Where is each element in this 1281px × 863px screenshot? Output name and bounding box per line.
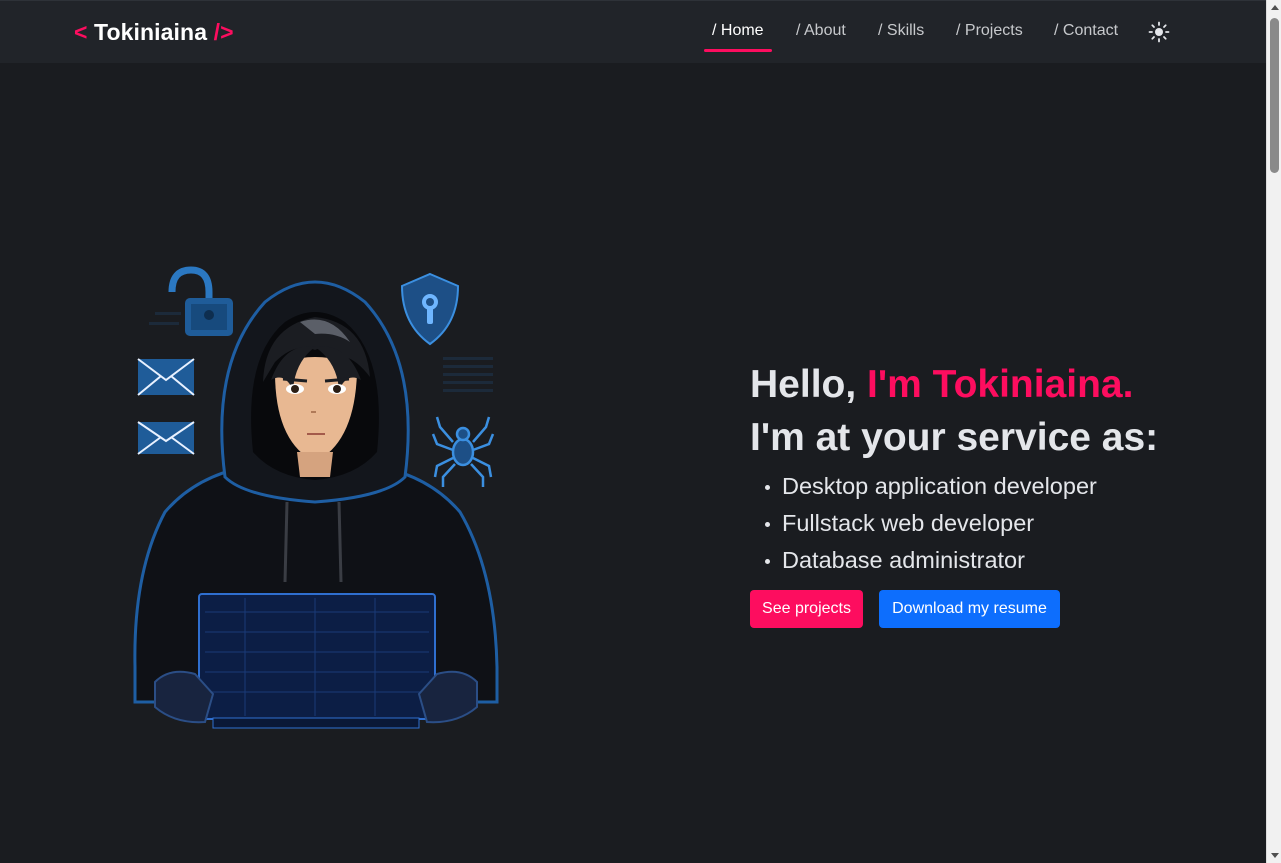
envelope-icon	[137, 358, 195, 396]
nav-link-contact[interactable]: / Contact	[1054, 22, 1118, 40]
envelope-icon	[137, 421, 195, 455]
nav-link-skills[interactable]: / Skills	[878, 22, 924, 40]
hero-greeting: Hello, I'm Tokiniaina.	[750, 360, 1250, 410]
download-resume-button[interactable]: Download my resume	[879, 590, 1060, 628]
spider-icon	[431, 416, 495, 487]
role-item: Fullstack web developer	[750, 505, 1250, 542]
nav-link-home[interactable]: / Home	[712, 22, 764, 40]
service-heading: I'm at your service as:	[750, 416, 1159, 459]
role-item: Desktop application developer	[750, 468, 1250, 505]
role-item: Database administrator	[750, 542, 1250, 579]
see-projects-button[interactable]: See projects	[750, 590, 863, 628]
unlocked-padlock-icon	[149, 266, 233, 336]
greeting-prefix: Hello,	[750, 363, 868, 406]
vertical-scrollbar[interactable]	[1266, 0, 1281, 863]
shield-keyhole-icon	[400, 272, 460, 346]
hooded-developer-laptop	[133, 280, 499, 729]
page: < Tokiniaina /> / Home / About / Skills …	[0, 0, 1281, 863]
scroll-up-arrow-icon[interactable]	[1271, 5, 1279, 10]
nav-links: / Home / About / Skills / Projects / Con…	[0, 1, 1266, 64]
roles-list: Desktop application developer Fullstack …	[750, 468, 1250, 579]
scrollbar-thumb[interactable]	[1270, 18, 1279, 173]
active-nav-indicator	[704, 49, 772, 52]
hero-illustration	[125, 262, 505, 732]
hero-buttons: See projects Download my resume	[750, 590, 1150, 630]
nav-link-about[interactable]: / About	[796, 22, 846, 40]
hero-intro: Hello, I'm Tokiniaina. I'm at your servi…	[750, 360, 1250, 628]
nav-link-projects[interactable]: / Projects	[956, 22, 1023, 40]
scroll-down-arrow-icon[interactable]	[1271, 853, 1279, 858]
greeting-name: I'm Tokiniaina.	[867, 363, 1134, 406]
sun-icon	[1148, 21, 1170, 43]
navbar: < Tokiniaina /> / Home / About / Skills …	[0, 0, 1266, 63]
theme-toggle-button[interactable]	[1147, 20, 1171, 44]
